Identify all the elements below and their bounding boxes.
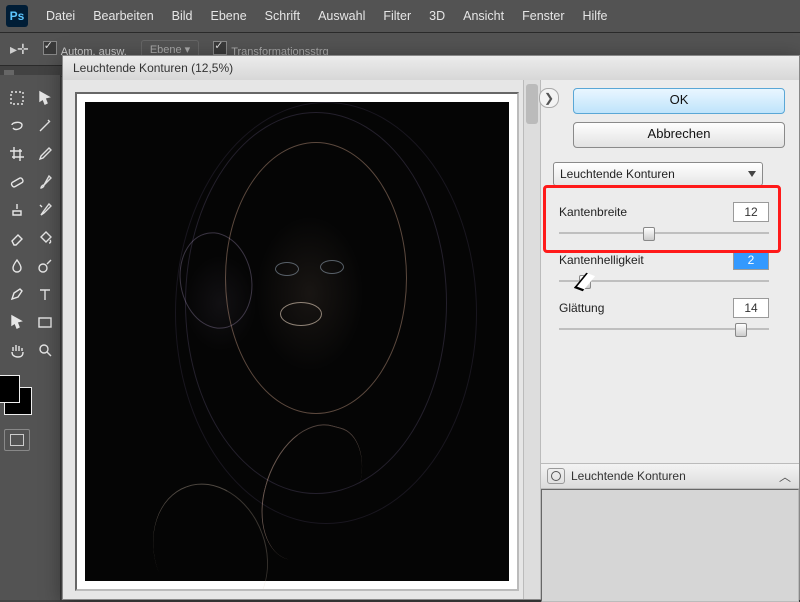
menu-bild[interactable]: Bild (172, 9, 193, 23)
menu-3d[interactable]: 3D (429, 9, 445, 23)
slider-knob[interactable] (735, 323, 747, 337)
wand-icon (37, 118, 53, 134)
quickmask-toggle[interactable] (4, 429, 30, 451)
menu-ebene[interactable]: Ebene (211, 9, 247, 23)
smoothness-field[interactable]: 14 (733, 298, 769, 318)
effect-layers-body[interactable] (541, 489, 799, 602)
expand-thumbnails-button[interactable]: ❯ (539, 88, 559, 108)
brush-icon (37, 174, 53, 190)
eyedropper-icon (37, 146, 53, 162)
dodge-tool[interactable] (33, 255, 57, 277)
layer-dropdown-label: Ebene (150, 44, 182, 56)
edge-brightness-field[interactable]: 2 (733, 250, 769, 270)
history-brush-tool[interactable] (33, 199, 57, 221)
hand-tool[interactable] (5, 339, 29, 361)
wand-tool[interactable] (33, 115, 57, 137)
shape-tool[interactable] (33, 311, 57, 333)
stamp-tool[interactable] (5, 199, 29, 221)
param-smoothness: Glättung 14 (559, 298, 785, 330)
window-titlebar[interactable]: Leuchtende Konturen (12,5%) (63, 56, 799, 81)
zoom-icon (37, 342, 53, 358)
scrollbar-thumb[interactable] (526, 84, 538, 124)
checkbox-icon (213, 41, 227, 55)
menu-fenster[interactable]: Fenster (522, 9, 564, 23)
quickmask-icon (10, 434, 24, 446)
smoothness-label: Glättung (559, 301, 604, 315)
preview-scrollbar[interactable] (523, 80, 540, 599)
edge-brightness-label: Kantenhelligkeit (559, 253, 644, 267)
window-title: Leuchtende Konturen (12,5%) (73, 61, 233, 75)
effect-layers-panel: Leuchtende Konturen ︿ (541, 463, 799, 599)
dodge-icon (37, 258, 53, 274)
history-brush-icon (37, 202, 53, 218)
filter-select-label: Leuchtende Konturen (560, 167, 675, 181)
edge-brightness-slider[interactable] (559, 280, 769, 282)
slider-knob[interactable] (579, 275, 591, 289)
filter-gallery-window: Leuchtende Konturen (12,5%) (62, 55, 800, 600)
move-icon (37, 90, 53, 106)
menu-auswahl[interactable]: Auswahl (318, 9, 365, 23)
crop-icon (9, 146, 25, 162)
move-tool[interactable] (33, 87, 57, 109)
menu-filter[interactable]: Filter (383, 9, 411, 23)
param-edge-brightness: Kantenhelligkeit 2 (559, 250, 785, 282)
chevron-down-icon (748, 171, 756, 177)
bandage-icon (9, 174, 25, 190)
path-select-tool[interactable] (5, 311, 29, 333)
crop-tool[interactable] (5, 143, 29, 165)
menu-schrift[interactable]: Schrift (265, 9, 300, 23)
type-icon (37, 286, 53, 302)
preview-image (85, 102, 509, 581)
move-tool-indicator-icon: ▸✛ (10, 41, 29, 58)
tool-palette (0, 75, 61, 600)
filter-select[interactable]: Leuchtende Konturen (553, 162, 763, 186)
marquee-tool[interactable] (5, 87, 29, 109)
blur-tool[interactable] (5, 255, 29, 277)
lasso-tool[interactable] (5, 115, 29, 137)
brush-tool[interactable] (33, 171, 57, 193)
app-logo: Ps (6, 5, 28, 27)
lasso-icon (9, 118, 25, 134)
color-swatches[interactable] (0, 375, 42, 419)
bucket-icon (37, 230, 53, 246)
arrow-icon (9, 314, 25, 330)
chevron-icon: ❯ (544, 91, 554, 105)
cancel-button[interactable]: Abbrechen (573, 122, 785, 148)
ok-button[interactable]: OK (573, 88, 785, 114)
chevron-up-icon[interactable]: ︿ (777, 469, 793, 483)
stamp-icon (9, 202, 25, 218)
eraser-tool[interactable] (5, 227, 29, 249)
menu-ansicht[interactable]: Ansicht (463, 9, 504, 23)
pen-tool[interactable] (5, 283, 29, 305)
filter-preview[interactable] (75, 92, 519, 591)
menu-hilfe[interactable]: Hilfe (583, 9, 608, 23)
eyedropper-tool[interactable] (33, 143, 57, 165)
preview-pane (63, 80, 541, 599)
effect-layer-name[interactable]: Leuchtende Konturen (571, 469, 686, 483)
type-tool[interactable] (33, 283, 57, 305)
filter-settings-pane: ❯ OK Abbrechen Leuchtende Konturen Kante… (541, 80, 799, 599)
menu-bearbeiten[interactable]: Bearbeiten (93, 9, 153, 23)
menu-datei[interactable]: Datei (46, 9, 75, 23)
menu-bar: Ps Datei Bearbeiten Bild Ebene Schrift A… (0, 0, 800, 33)
healing-tool[interactable] (5, 171, 29, 193)
foreground-swatch[interactable] (0, 375, 20, 403)
drop-icon (9, 258, 25, 274)
checkbox-icon (43, 41, 57, 55)
marquee-icon (9, 90, 25, 106)
bucket-tool[interactable] (33, 227, 57, 249)
hand-icon (9, 342, 25, 358)
tutorial-highlight (543, 185, 781, 253)
eraser-icon (9, 230, 25, 246)
eye-icon (551, 471, 561, 481)
visibility-toggle[interactable] (547, 468, 565, 484)
zoom-tool[interactable] (33, 339, 57, 361)
smoothness-slider[interactable] (559, 328, 769, 330)
rectangle-icon (37, 314, 53, 330)
pen-icon (9, 286, 25, 302)
